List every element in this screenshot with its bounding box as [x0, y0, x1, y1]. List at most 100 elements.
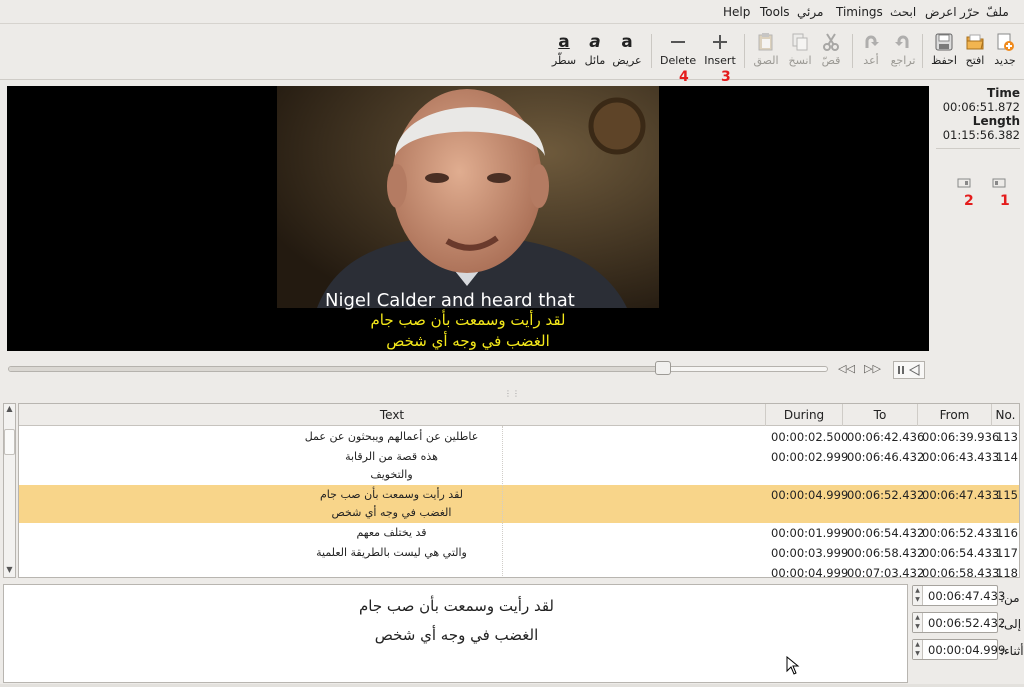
menu-view[interactable]: اعرض — [925, 5, 957, 19]
video-subtitle-line-1: لقد رأيت وسمعت بأن صب جام — [370, 311, 566, 329]
column-header-to[interactable]: To — [842, 404, 917, 426]
video-subtitle-english: Nigel Calder and heard that — [325, 290, 575, 311]
table-row[interactable]: هذه قصة من الرقابة والتخويف 00:00:02.999 00… — [19, 447, 1019, 485]
italic-icon: a — [589, 32, 601, 52]
during-time-value: 00:00:04.999 — [928, 643, 1006, 657]
forward-icon[interactable]: ▷▷ — [864, 362, 881, 375]
subtitle-text-editor[interactable]: لقد رأيت وسمعت بأن صب جام الغضب في وجه أ… — [3, 584, 908, 683]
set-end-icon[interactable] — [957, 177, 971, 191]
menu-timings[interactable]: Timings — [836, 5, 883, 19]
during-spin-arrows-icon[interactable]: ▲ ▼ — [913, 640, 923, 659]
redo-icon — [861, 32, 881, 52]
table-row[interactable]: لقد رأيت وسمعت بأن صب جام الغضب في وجه أي… — [19, 485, 1019, 523]
time-value: 00:06:51.872 — [942, 100, 1020, 114]
open-button[interactable]: افتح — [960, 28, 990, 74]
cell-text: لقد رأيت وسمعت بأن صب جام الغضب في وجه أي… — [19, 486, 764, 522]
seek-progress — [9, 367, 664, 371]
bold-icon: a — [621, 32, 633, 52]
cell-text-line: والتي هي ليست بالطريقة العلمية — [316, 546, 467, 559]
panel-splitter[interactable]: ⋮⋮ — [0, 389, 1024, 399]
from-spin-arrows-icon[interactable]: ▲ ▼ — [913, 586, 923, 605]
mouse-cursor-icon — [786, 655, 800, 679]
open-folder-icon — [965, 32, 985, 52]
scroll-thumb[interactable] — [4, 429, 15, 455]
table-scrollbar[interactable]: ▲ ▼ — [3, 403, 16, 578]
cell-during: 00:00:02.999 — [771, 450, 849, 464]
to-time-spinner[interactable]: ▲ ▼ 00:06:52.432 — [912, 612, 1005, 633]
time-info-panel: Time 00:06:51.872 Length 01:15:56.382 — [936, 86, 1020, 155]
menu-search[interactable]: ابحث — [890, 5, 916, 19]
seek-bar[interactable] — [8, 361, 828, 375]
column-header-text[interactable]: Text — [19, 404, 765, 426]
cell-text: عاطلين عن أعمالهم ويبحثون عن عمل — [19, 428, 764, 446]
table-row[interactable]: قد يختلف معهم 00:00:01.999 00:06:54.432 00:… — [19, 523, 1019, 543]
cell-no: 114 — [996, 450, 1018, 464]
column-header-during[interactable]: During — [765, 404, 842, 426]
cell-text: هذه قصة من الرقابة والتخويف — [19, 448, 764, 484]
underline-button[interactable]: a سطّر — [550, 28, 578, 74]
cell-no: 118 — [996, 566, 1018, 578]
cell-during: 00:00:04.999 — [771, 566, 849, 578]
to-spin-arrows-icon[interactable]: ▲ ▼ — [913, 613, 923, 632]
cell-no: 116 — [996, 526, 1018, 540]
cell-no: 117 — [996, 546, 1018, 560]
cell-during: 00:00:01.999 — [771, 526, 849, 540]
table-row[interactable]: 00:00:04.999 00:07:03.432 00:06:58.433 118 — [19, 563, 1019, 578]
play-pause-button[interactable] — [893, 361, 925, 379]
menu-video[interactable]: مرئي — [797, 5, 823, 19]
annotation-4: 4 — [679, 69, 689, 85]
from-time-spinner[interactable]: ▲ ▼ 00:06:47.433 — [912, 585, 1005, 606]
cell-to: 00:06:54.432 — [847, 526, 925, 540]
paste-button[interactable]: الصق — [750, 28, 782, 74]
rewind-icon[interactable]: ◁◁ — [838, 362, 855, 375]
undo-icon — [893, 32, 913, 52]
cell-text-line: والتخويف — [370, 468, 413, 481]
menu-help[interactable]: Help — [723, 5, 750, 19]
save-button[interactable]: احفظ — [928, 28, 960, 74]
cell-from: 00:06:47.433 — [922, 488, 1000, 502]
table-row[interactable]: والتي هي ليست بالطريقة العلمية 00:00:03.9… — [19, 543, 1019, 563]
column-header-no[interactable]: No. — [991, 404, 1019, 426]
scissors-icon — [821, 32, 841, 52]
column-header-from[interactable]: From — [917, 404, 991, 426]
undo-button[interactable]: تراجع — [887, 28, 919, 74]
video-frame-image — [277, 86, 659, 308]
toolbar-separator — [651, 34, 652, 68]
copy-button[interactable]: انسخ — [785, 28, 815, 74]
annotation-2: 2 — [964, 193, 974, 209]
play-pause-icon — [898, 364, 920, 376]
cell-during: 00:00:03.999 — [771, 546, 849, 560]
redo-button[interactable]: أعد — [858, 28, 884, 74]
table-row[interactable]: عاطلين عن أعمالهم ويبحثون عن عمل 00:00:02… — [19, 427, 1019, 447]
annotation-1: 1 — [1000, 193, 1010, 209]
scroll-up-icon[interactable]: ▲ — [4, 404, 15, 416]
annotation-3: 3 — [721, 69, 731, 85]
cell-from: 00:06:54.433 — [922, 546, 1000, 560]
cut-button[interactable]: قصّ — [818, 28, 844, 74]
scroll-down-icon[interactable]: ▼ — [4, 565, 15, 577]
menu-edit[interactable]: حرّر — [960, 5, 980, 19]
seek-handle[interactable] — [655, 361, 672, 375]
new-button[interactable]: جديد — [990, 28, 1020, 74]
toolbar: جديد افتح احفظ تراجع أعد قصّ انسخ الصق I… — [0, 24, 1024, 80]
cell-from: 00:06:58.433 — [922, 566, 1000, 578]
length-value: 01:15:56.382 — [942, 128, 1020, 142]
bold-button[interactable]: a عريض — [612, 28, 642, 74]
toolbar-separator — [744, 34, 745, 68]
underline-icon: a — [558, 32, 570, 52]
set-start-icon[interactable] — [992, 177, 1006, 191]
menu-file[interactable]: ملفّ — [986, 5, 1009, 19]
length-label: Length — [972, 114, 1020, 128]
video-player[interactable]: Nigel Calder and heard that لقد رأيت وسم… — [7, 86, 929, 351]
italic-button[interactable]: a مائل — [581, 28, 609, 74]
during-time-spinner[interactable]: ▲ ▼ 00:00:04.999 — [912, 639, 1005, 660]
info-divider — [936, 148, 1020, 149]
to-time-value: 00:06:52.432 — [928, 616, 1006, 630]
video-subtitle-line-2: الغضب في وجه أي شخص — [386, 332, 550, 350]
cell-to: 00:06:46.432 — [847, 450, 925, 464]
from-time-value: 00:06:47.433 — [928, 589, 1006, 603]
toolbar-separator — [922, 34, 923, 68]
insert-button[interactable]: Insert — [703, 28, 737, 74]
delete-button[interactable]: Delete — [660, 28, 696, 74]
menu-tools[interactable]: Tools — [760, 5, 790, 19]
